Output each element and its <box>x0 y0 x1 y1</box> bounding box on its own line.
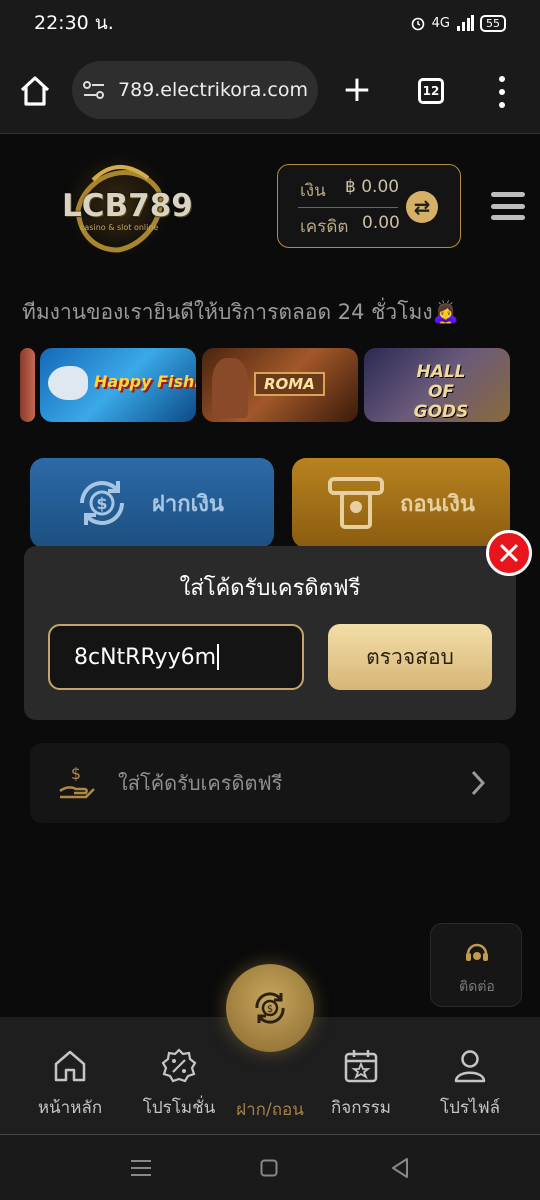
promo-label: ใส่โค้ดรับเครดิตฟรี <box>118 771 283 795</box>
nav-label: โปรไฟล์ <box>439 1098 501 1118</box>
nav-label: หน้าหลัก <box>37 1098 103 1118</box>
banner-title: HALL OF GODS <box>413 362 469 422</box>
user-icon <box>454 1050 486 1083</box>
close-icon[interactable] <box>486 530 532 576</box>
nav-label: โปรโมชั่น <box>142 1098 216 1118</box>
logo-subtitle: casino & slot online <box>80 223 159 232</box>
banner-title: ROMA <box>254 372 325 396</box>
atm-withdraw-icon <box>328 477 384 529</box>
text-caret <box>217 644 220 670</box>
nav-label: ฝาก/ถอน <box>236 1100 304 1120</box>
nav-profile[interactable]: โปรไฟล์ <box>420 1048 520 1121</box>
svg-text:$: $ <box>96 494 107 513</box>
new-tab-button[interactable]: + <box>340 72 374 108</box>
nav-home[interactable]: หน้าหลัก <box>20 1048 120 1121</box>
calendar-star-icon <box>344 1050 378 1083</box>
shark-icon <box>48 366 88 400</box>
redeem-code-row[interactable]: $ ใส่โค้ดรับเครดิตฟรี <box>30 743 510 823</box>
status-bar: 22:30 น. 4G 55 <box>0 0 540 46</box>
announcement-marquee: ทีมงานของเรายินดีให้บริการตลอด 24 ชั่วโม… <box>22 300 459 324</box>
system-navigation-bar <box>0 1134 540 1200</box>
game-banner[interactable] <box>20 348 35 422</box>
contact-button[interactable]: ติดต่อ <box>430 923 522 1007</box>
deposit-icon: $ <box>80 481 124 525</box>
contact-label: ติดต่อ <box>459 979 495 995</box>
wallet-credit-row: เครดิต 0.00 <box>300 213 400 240</box>
home-icon[interactable] <box>18 74 52 108</box>
money-label: เงิน <box>300 181 326 201</box>
code-input-value: 8cNtRRyy6m <box>74 644 217 670</box>
tab-switcher-button[interactable]: 12 <box>418 78 444 104</box>
game-banner-hall-of-gods[interactable]: HALL OF GODS <box>364 348 510 422</box>
logo-text: LCB789 <box>62 188 193 224</box>
percent-badge-icon <box>161 1048 197 1083</box>
signal-icon <box>457 15 474 31</box>
wallet-box: เงิน ฿ 0.00 เครดิต 0.00 ⇄ <box>277 164 461 248</box>
svg-text:$: $ <box>267 1004 273 1015</box>
network-type: 4G <box>431 15 450 31</box>
chevron-right-icon <box>471 770 486 796</box>
url-text: 789.electrikora.com <box>118 79 308 101</box>
withdraw-label: ถอนเงิน <box>400 491 475 517</box>
exchange-fab-button[interactable]: $ <box>226 964 314 1052</box>
home-square-icon[interactable] <box>260 1159 278 1177</box>
game-banner-happy-fishing[interactable]: Happy Fishing <box>40 348 196 422</box>
transfer-icon[interactable]: ⇄ <box>406 191 438 223</box>
home-icon <box>54 1050 86 1082</box>
recent-apps-icon[interactable] <box>130 1159 152 1177</box>
browser-toolbar: 789.electrikora.com + 12 <box>0 46 540 134</box>
money-value: ฿ 0.00 <box>345 177 400 197</box>
browser-menu-button[interactable] <box>492 76 512 108</box>
exchange-icon: $ <box>255 992 285 1024</box>
battery-icon: 55 <box>480 14 506 32</box>
warrior-icon <box>212 358 248 418</box>
hamburger-menu-icon[interactable] <box>491 192 525 220</box>
redeem-code-modal: ใส่โค้ดรับเครดิตฟรี 8cNtRRyy6m ตรวจสอบ <box>24 546 516 720</box>
wallet-divider <box>298 207 398 208</box>
modal-title: ใส่โค้ดรับเครดิตฟรี <box>179 576 361 601</box>
credit-label: เครดิต <box>300 217 349 237</box>
game-banner-roma[interactable]: ROMA <box>202 348 358 422</box>
withdraw-button[interactable]: ถอนเงิน <box>292 458 510 548</box>
svg-text:$: $ <box>71 764 81 783</box>
nav-deposit-withdraw[interactable]: ฝาก/ถอน <box>220 1086 320 1123</box>
back-icon[interactable] <box>390 1157 410 1179</box>
check-code-button[interactable]: ตรวจสอบ <box>328 624 492 690</box>
code-input[interactable]: 8cNtRRyy6m <box>48 624 304 690</box>
deposit-label: ฝากเงิน <box>152 491 224 517</box>
headset-chat-icon <box>466 943 488 961</box>
deposit-button[interactable]: $ ฝากเงิน <box>30 458 274 548</box>
status-icons: 4G 55 <box>410 14 506 32</box>
status-time: 22:30 น. <box>34 12 114 34</box>
nav-label: กิจกรรม <box>330 1098 391 1118</box>
wallet-money-row: เงิน ฿ 0.00 <box>300 177 399 204</box>
url-bar[interactable]: 789.electrikora.com <box>72 61 318 119</box>
nav-activities[interactable]: กิจกรรม <box>311 1048 411 1121</box>
alarm-icon <box>411 17 424 31</box>
nav-promotion[interactable]: โปรโมชั่น <box>129 1048 229 1121</box>
credit-value: 0.00 <box>362 213 400 233</box>
banner-title: Happy Fishing <box>94 372 196 391</box>
site-settings-icon[interactable] <box>82 79 106 101</box>
hand-money-icon: $ <box>59 764 95 799</box>
